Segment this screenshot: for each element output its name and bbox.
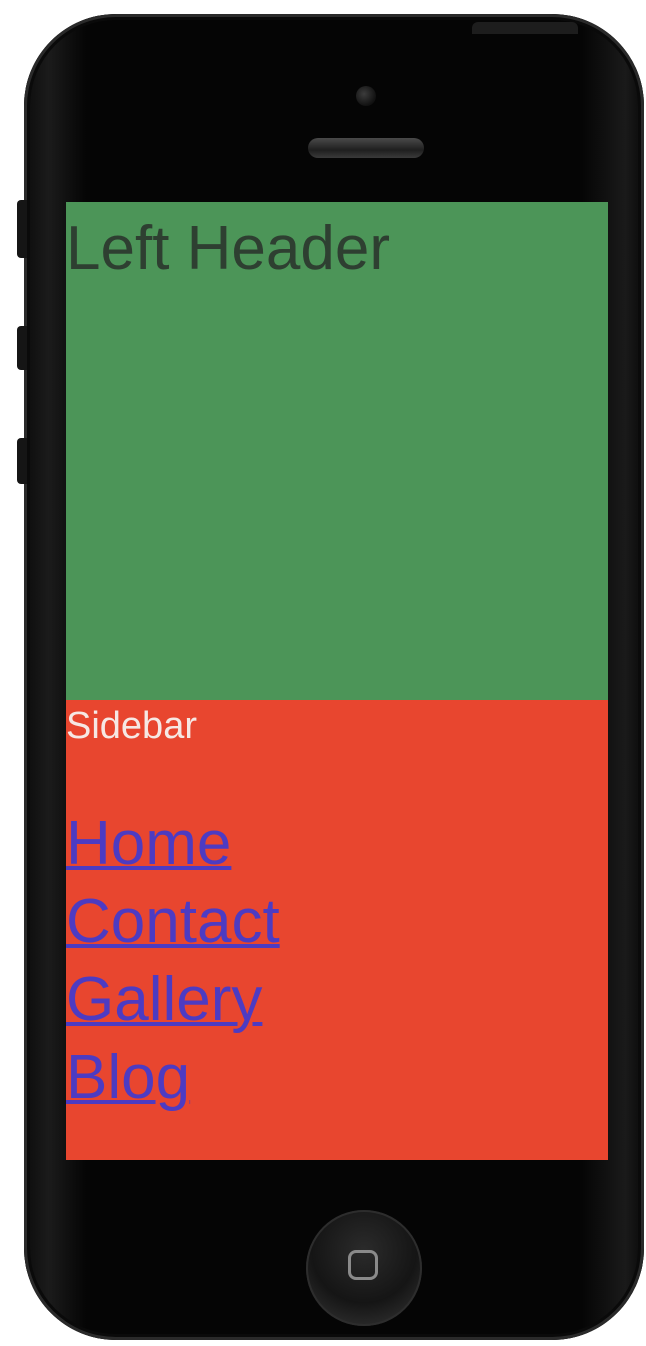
stage: Left Header Sidebar Home Contact Gallery… — [0, 0, 646, 1346]
power-button — [472, 22, 578, 34]
nav-link-blog[interactable]: Blog — [66, 1043, 190, 1112]
sidebar-nav: Home Contact Gallery Blog — [66, 808, 280, 1120]
home-button[interactable] — [306, 1210, 422, 1326]
nav-link-home[interactable]: Home — [66, 809, 231, 878]
nav-item-contact: Contact — [66, 886, 280, 964]
nav-link-gallery[interactable]: Gallery — [66, 965, 262, 1034]
nav-item-gallery: Gallery — [66, 964, 280, 1042]
left-header-title: Left Header — [66, 214, 390, 283]
volume-up-button — [17, 326, 27, 370]
nav-link-contact[interactable]: Contact — [66, 887, 280, 956]
phone-screen: Left Header Sidebar Home Contact Gallery… — [66, 202, 608, 1160]
speaker-grille — [308, 138, 424, 158]
nav-item-home: Home — [66, 808, 280, 886]
sidebar-section: Sidebar Home Contact Gallery Blog — [66, 700, 608, 1160]
front-camera-icon — [356, 86, 376, 106]
nav-item-blog: Blog — [66, 1042, 280, 1120]
rounded-square-icon — [348, 1250, 378, 1280]
left-header-section: Left Header — [66, 202, 608, 700]
volume-down-button — [17, 438, 27, 484]
sidebar-label: Sidebar — [66, 705, 197, 747]
mute-switch — [17, 200, 27, 258]
